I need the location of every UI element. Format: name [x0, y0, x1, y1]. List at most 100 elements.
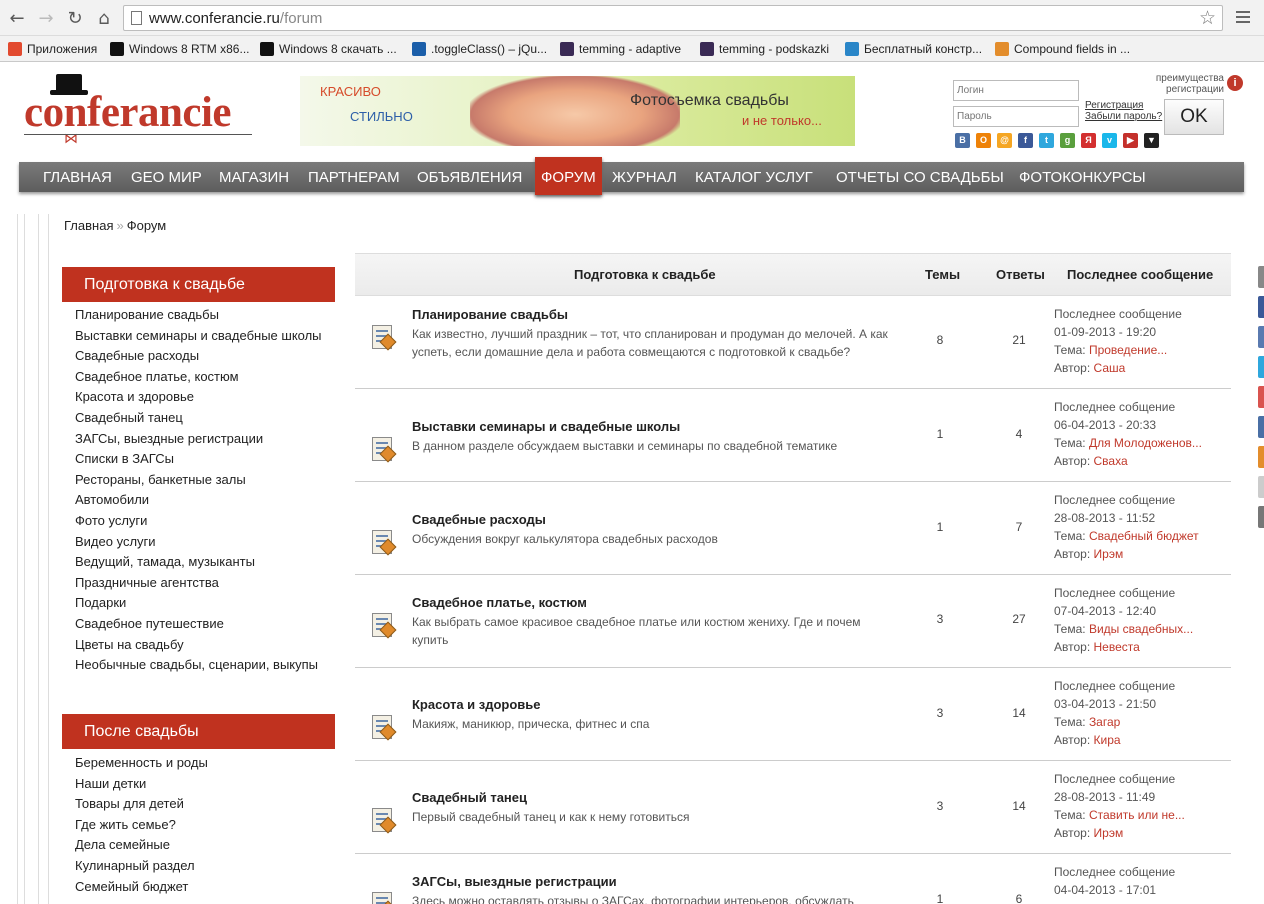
share-button[interactable] — [1258, 506, 1264, 528]
share-button[interactable] — [1258, 266, 1264, 288]
nav-item[interactable]: ГЛАВНАЯ — [43, 162, 112, 192]
last-topic-link[interactable]: Виды свадебных... — [1089, 622, 1193, 636]
bookmark-item[interactable]: Windows 8 скачать ... — [260, 39, 397, 59]
login-ok-button[interactable]: OK — [1164, 99, 1224, 135]
last-topic-link[interactable]: Проведение... — [1089, 343, 1167, 357]
author-link[interactable]: Саша — [1094, 361, 1126, 375]
password-input[interactable] — [953, 106, 1079, 127]
bookmark-item[interactable]: Compound fields in ... — [995, 39, 1130, 59]
sidebar-item[interactable]: Списки в ЗАГСы — [75, 450, 325, 468]
forgot-password-link[interactable]: Забыли пароль? — [1085, 111, 1162, 122]
address-bar[interactable]: www.conferancie.ru/forum ☆ — [123, 5, 1223, 31]
sidebar-item[interactable]: Семейный бюджет — [75, 878, 325, 896]
last-topic-link[interactable]: Загар — [1089, 715, 1120, 729]
sidebar-item[interactable]: Рестораны, банкетные залы — [75, 471, 325, 489]
sidebar-item[interactable]: Планирование свадьбы — [75, 306, 325, 324]
info-icon[interactable]: i — [1227, 75, 1243, 91]
nav-item[interactable]: GEO МИР — [131, 162, 202, 192]
reload-icon[interactable]: ↻ — [64, 8, 86, 30]
sidebar-item[interactable]: Необычные свадьбы, сценарии, выкупы — [75, 656, 325, 674]
vkontakte-icon[interactable]: В — [955, 133, 970, 148]
more-icon[interactable]: ▼ — [1144, 133, 1159, 148]
last-topic-link[interactable]: Ставить или не... — [1089, 808, 1185, 822]
share-button[interactable] — [1258, 416, 1264, 438]
sidebar-item[interactable]: Автомобили — [75, 491, 325, 509]
site-logo[interactable]: conferancie ⋈ — [24, 70, 256, 146]
author-link[interactable]: Ирэм — [1094, 547, 1124, 561]
nav-item[interactable]: ФОРУМ — [535, 157, 602, 195]
nav-item[interactable]: ОБЪЯВЛЕНИЯ — [417, 162, 522, 192]
sidebar-item[interactable]: Наши детки — [75, 775, 325, 793]
last-topic-link[interactable]: Свадебный бюджет — [1089, 529, 1199, 543]
breadcrumb-home[interactable]: Главная — [64, 218, 113, 233]
sidebar-item[interactable]: Подарки — [75, 594, 325, 612]
forum-title-link[interactable]: ЗАГСы, выездные регистрации — [412, 874, 617, 889]
chrome-menu-icon[interactable] — [1236, 11, 1250, 25]
sidebar-item[interactable]: Видео услуги — [75, 533, 325, 551]
bookmark-star-icon[interactable]: ☆ — [1199, 7, 1216, 29]
forward-icon[interactable]: → — [35, 8, 57, 30]
bookmark-item[interactable]: temming - adaptive — [560, 39, 681, 59]
mailru-icon[interactable]: @ — [997, 133, 1012, 148]
bookmark-item[interactable]: Бесплатный констр... — [845, 39, 982, 59]
sidebar-item[interactable]: Цветы на свадьбу — [75, 636, 325, 654]
home-icon[interactable]: ⌂ — [93, 8, 115, 30]
nav-item[interactable]: МАГАЗИН — [219, 162, 289, 192]
sidebar-item[interactable]: Где жить семье? — [75, 816, 325, 834]
register-link[interactable]: Регистрация — [1085, 100, 1143, 111]
bookmark-item[interactable]: .toggleClass() – jQu... — [412, 39, 547, 59]
registration-advantages-text[interactable]: преимущества регистрации — [1130, 73, 1224, 95]
sidebar-item[interactable]: Праздничные агентства — [75, 574, 325, 592]
bookmark-item[interactable]: Windows 8 RTM x86... — [110, 39, 249, 59]
author-link[interactable]: Ирэм — [1094, 826, 1124, 840]
share-button[interactable] — [1258, 356, 1264, 378]
share-button[interactable] — [1258, 296, 1264, 318]
forum-title-link[interactable]: Свадебное платье, костюм — [412, 595, 587, 610]
sidebar-item[interactable]: Кулинарный раздел — [75, 857, 325, 875]
sidebar-item[interactable]: Фото услуги — [75, 512, 325, 530]
sidebar-item[interactable]: Ведущий, тамада, музыканты — [75, 553, 325, 571]
nav-item[interactable]: КАТАЛОГ УСЛУГ — [695, 162, 813, 192]
bookmark-item[interactable]: Приложения — [8, 39, 97, 59]
nav-item[interactable]: ЖУРНАЛ — [612, 162, 677, 192]
twitter-icon[interactable]: t — [1039, 133, 1054, 148]
sidebar-item[interactable]: Беременность и роды — [75, 754, 325, 772]
forum-title-link[interactable]: Красота и здоровье — [412, 697, 541, 712]
sidebar-item[interactable]: Товары для детей — [75, 795, 325, 813]
yandex-icon[interactable]: Я — [1081, 133, 1096, 148]
youtube-icon[interactable]: ▶ — [1123, 133, 1138, 148]
nav-item[interactable]: ПАРТНЕРАМ — [308, 162, 400, 192]
ad-banner[interactable]: КРАСИВО СТИЛЬНО Фотосъемка свадьбы и не … — [300, 76, 855, 146]
forum-title-link[interactable]: Планирование свадьбы — [412, 307, 568, 322]
sidebar-item[interactable]: Свадебное путешествие — [75, 615, 325, 633]
author-link[interactable]: Кира — [1094, 733, 1121, 747]
share-button[interactable] — [1258, 386, 1264, 408]
back-icon[interactable]: ← — [6, 8, 28, 30]
forum-title-link[interactable]: Свадебные расходы — [412, 512, 546, 527]
sidebar-item[interactable]: Выставки семинары и свадебные школы — [75, 327, 325, 345]
facebook-icon[interactable]: f — [1018, 133, 1033, 148]
author-link[interactable]: Сваха — [1094, 454, 1128, 468]
nav-item[interactable]: ОТЧЕТЫ СО СВАДЬБЫ — [836, 162, 1004, 192]
sidebar-item[interactable]: ЗАГСы, выездные регистрации — [75, 430, 325, 448]
sidebar-item[interactable]: Дела семейные — [75, 836, 325, 854]
sidebar-item[interactable]: Свадебный танец — [75, 409, 325, 427]
share-button[interactable] — [1258, 476, 1264, 498]
vimeo-icon[interactable]: v — [1102, 133, 1117, 148]
share-button[interactable] — [1258, 326, 1264, 348]
forum-title-link[interactable]: Свадебный танец — [412, 790, 527, 805]
sidebar-item[interactable]: Свадебные расходы — [75, 347, 325, 365]
sidebar-item[interactable]: Свадебное платье, костюм — [75, 368, 325, 386]
bookmark-item[interactable]: temming - podskazki — [700, 39, 829, 59]
sidebar-section-title[interactable]: После свадьбы — [62, 714, 335, 749]
login-input[interactable] — [953, 80, 1079, 101]
last-topic-link[interactable]: Для Молодоженов... — [1089, 436, 1202, 450]
sidebar-item[interactable]: Красота и здоровье — [75, 388, 325, 406]
sidebar-section-title[interactable]: Подготовка к свадьбе — [62, 267, 335, 302]
forum-title-link[interactable]: Выставки семинары и свадебные школы — [412, 419, 680, 434]
share-button[interactable] — [1258, 446, 1264, 468]
nav-item[interactable]: ФОТОКОНКУРСЫ — [1019, 162, 1146, 192]
google-icon[interactable]: g — [1060, 133, 1075, 148]
odnoklassniki-icon[interactable]: О — [976, 133, 991, 148]
author-link[interactable]: Невеста — [1094, 640, 1140, 654]
